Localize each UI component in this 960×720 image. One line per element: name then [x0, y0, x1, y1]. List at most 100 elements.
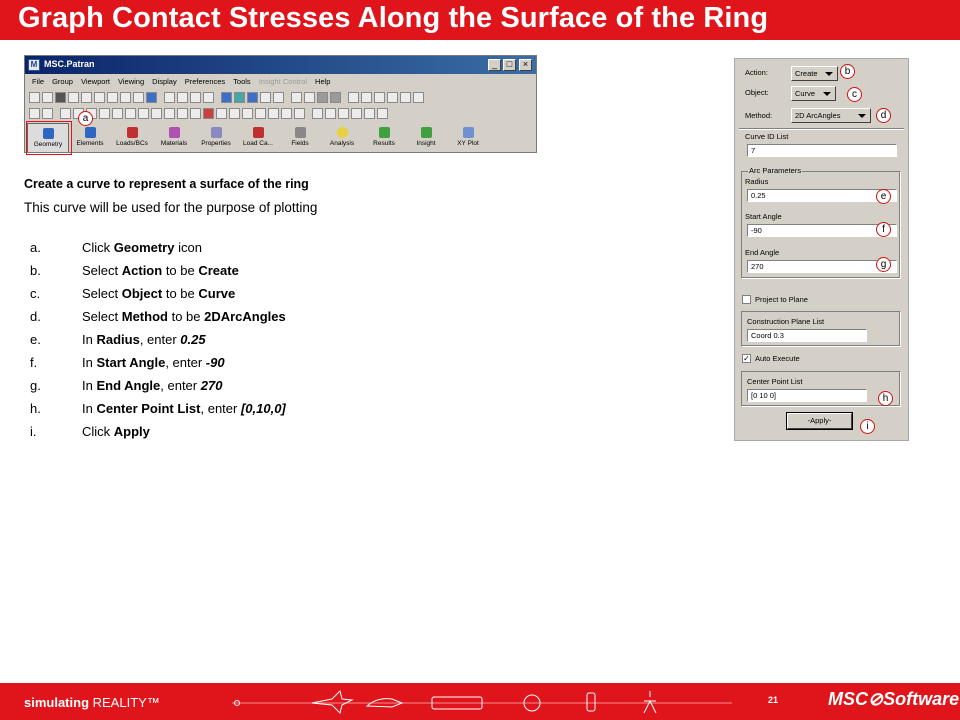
pan-icon[interactable] [325, 108, 336, 119]
rotate-z-icon[interactable] [190, 92, 201, 103]
transform-icon[interactable] [294, 108, 305, 119]
app-analysis-button[interactable]: Analysis [321, 123, 363, 152]
auto-execute-checkbox[interactable]: ✓ [742, 354, 751, 363]
view-front-icon[interactable] [60, 108, 71, 119]
object-label: Object: [745, 88, 769, 97]
abort-icon[interactable] [107, 92, 118, 103]
menu-viewing[interactable]: Viewing [114, 75, 148, 88]
menu-group[interactable]: Group [48, 75, 77, 88]
marker-i: i [860, 419, 875, 434]
maximize-button[interactable]: □ [503, 59, 516, 71]
app-fields-button[interactable]: Fields [279, 123, 321, 152]
rectangle-pick-icon[interactable] [374, 92, 385, 103]
menu-viewport[interactable]: Viewport [77, 75, 114, 88]
view-icon[interactable] [146, 92, 157, 103]
undo-icon[interactable] [94, 92, 105, 103]
app-xy-plot-button[interactable]: XY Plot [447, 123, 489, 152]
construction-plane-input[interactable]: Coord 0.3 [747, 329, 867, 342]
display-icon[interactable] [281, 108, 292, 119]
home-icon[interactable] [29, 108, 40, 119]
method-dropdown[interactable]: 2D ArcAngles [791, 108, 871, 123]
object-dropdown[interactable]: Curve [791, 86, 836, 101]
radius-input[interactable]: 0.25 [747, 189, 897, 202]
refresh-view-icon[interactable] [268, 108, 279, 119]
view-iso1-icon[interactable] [138, 108, 149, 119]
app-loads-bcs-button[interactable]: Loads/BCs [111, 123, 153, 152]
insight-icon [420, 127, 432, 138]
open-file-icon[interactable] [42, 92, 53, 103]
group-pick-icon[interactable] [413, 92, 424, 103]
menu-help[interactable]: Help [311, 75, 334, 88]
action-dropdown[interactable]: Create [791, 66, 838, 81]
center-point-input[interactable]: [0 10 0] [747, 389, 867, 402]
end-angle-input[interactable]: 270 [747, 260, 897, 273]
view-left-icon[interactable] [112, 108, 123, 119]
menu-file[interactable]: File [28, 75, 48, 88]
element-shrink-icon[interactable] [242, 108, 253, 119]
reset-graphics-icon[interactable] [120, 92, 131, 103]
hide-labels-icon[interactable] [216, 108, 227, 119]
rotate-view-icon[interactable] [351, 108, 362, 119]
app-results-button[interactable]: Results [363, 123, 405, 152]
view-iso2-icon[interactable] [151, 108, 162, 119]
dropdown-arrow-icon [823, 92, 831, 96]
close-button[interactable]: × [519, 59, 532, 71]
line-pick-icon[interactable] [387, 92, 398, 103]
project-to-plane-checkbox[interactable] [742, 295, 751, 304]
add-pick-icon[interactable] [400, 92, 411, 103]
apply-button[interactable]: -Apply- [787, 413, 852, 429]
zoom-in-icon[interactable] [377, 108, 388, 119]
label-icon[interactable] [330, 92, 341, 103]
rotate-y-icon[interactable] [177, 92, 188, 103]
copy-icon[interactable] [81, 92, 92, 103]
menu-tools[interactable]: Tools [229, 75, 255, 88]
zoom-out-icon[interactable] [364, 108, 375, 119]
slide-title: Graph Contact Stresses Along the Surface… [18, 2, 769, 34]
pointer-icon[interactable] [348, 92, 359, 103]
rotate-free-icon[interactable] [203, 92, 214, 103]
front-view-icon[interactable] [260, 92, 271, 103]
fit-view-icon[interactable] [312, 108, 323, 119]
tools-icon[interactable] [42, 108, 53, 119]
node-size-icon[interactable] [229, 108, 240, 119]
view-iso4-icon[interactable] [177, 108, 188, 119]
save-icon[interactable] [55, 92, 66, 103]
curve-id-input[interactable]: 7 [747, 144, 897, 157]
refresh-icon[interactable] [133, 92, 144, 103]
hidden-line-icon[interactable] [234, 92, 245, 103]
minimize-button[interactable]: _ [488, 59, 501, 71]
wireframe-icon[interactable] [221, 92, 232, 103]
app-elements-button[interactable]: Elements [69, 123, 111, 152]
loads-icon [126, 127, 138, 138]
results-icon [378, 127, 390, 138]
start-angle-input[interactable]: -90 [747, 224, 897, 237]
new-file-icon[interactable] [29, 92, 40, 103]
center-icon[interactable] [338, 108, 349, 119]
menu-preferences[interactable]: Preferences [181, 75, 229, 88]
rotate-x-icon[interactable] [164, 92, 175, 103]
view-right-icon[interactable] [125, 108, 136, 119]
view-custom-icon[interactable] [190, 108, 201, 119]
show-labels-icon[interactable] [203, 108, 214, 119]
arc-icon[interactable] [304, 92, 315, 103]
smooth-shaded-icon[interactable] [247, 92, 258, 103]
curve-id-label: Curve ID List [745, 132, 789, 141]
curve-pick-icon[interactable] [361, 92, 372, 103]
end-angle-label: End Angle [745, 248, 780, 257]
menubar: File Group Viewport Viewing Display Pref… [25, 75, 536, 88]
view-iso3-icon[interactable] [164, 108, 175, 119]
plot-erase-icon[interactable] [255, 108, 266, 119]
color-icon[interactable] [317, 92, 328, 103]
marker-d: d [876, 108, 891, 123]
app-materials-button[interactable]: Materials [153, 123, 195, 152]
page-number: 21 [768, 695, 779, 705]
menu-insight-control[interactable]: Insight Control [255, 75, 311, 88]
menu-display[interactable]: Display [148, 75, 181, 88]
layout-icon[interactable] [291, 92, 302, 103]
print-icon[interactable] [68, 92, 79, 103]
app-insight-button[interactable]: Insight [405, 123, 447, 152]
iso-view-icon[interactable] [273, 92, 284, 103]
app-load-cases-button[interactable]: Load Ca... [237, 123, 279, 152]
view-bottom-icon[interactable] [99, 108, 110, 119]
app-properties-button[interactable]: Properties [195, 123, 237, 152]
